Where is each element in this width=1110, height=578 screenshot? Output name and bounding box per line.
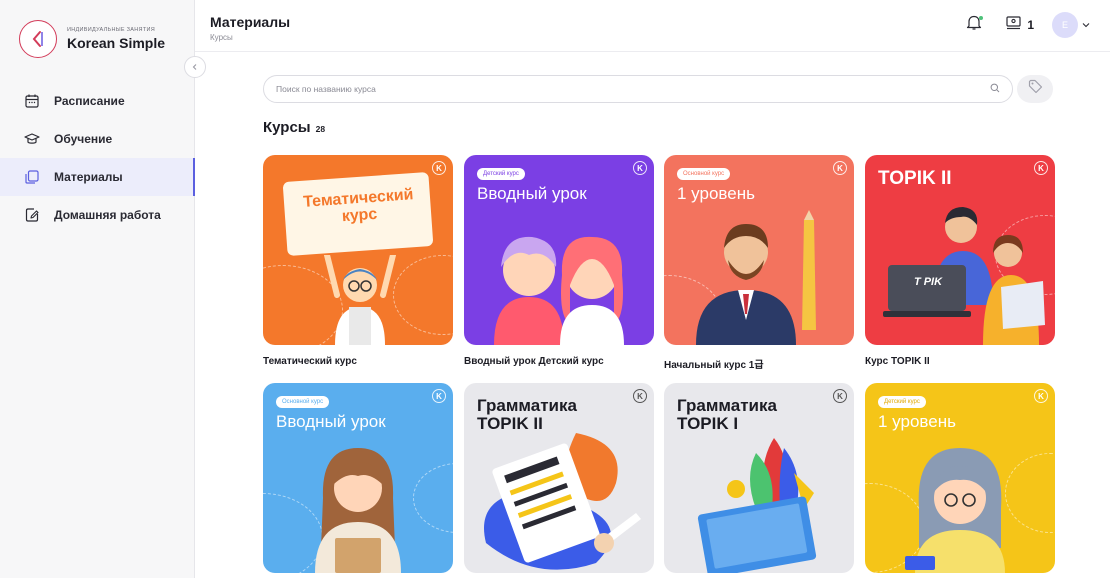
section-heading: Курсы 28 xyxy=(263,119,325,136)
k-logo-icon: K xyxy=(833,389,847,403)
avatar[interactable]: E xyxy=(1052,12,1078,38)
course-name[interactable]: Тематический курс xyxy=(263,356,453,367)
course-cover[interactable]: K TOPIK II T PIK xyxy=(865,155,1055,345)
sidebar-item-homework[interactable]: Домашняя работа xyxy=(0,196,195,234)
k-logo-icon: K xyxy=(633,389,647,403)
course-cover[interactable]: K Детский курс 1 уровень xyxy=(865,383,1055,573)
course-card[interactable]: K Основной курс 1 уровень Начальный курс… xyxy=(664,155,854,371)
course-badge: Основной курс xyxy=(276,396,330,408)
course-cover[interactable]: K Грамматика TOPIK II xyxy=(464,383,654,573)
homework-icon xyxy=(24,207,40,223)
kids-illustration xyxy=(494,236,624,345)
course-card[interactable]: K Грамматика TOPIK I xyxy=(664,383,854,578)
girl-with-glasses-illustration xyxy=(905,448,1005,573)
search-bar xyxy=(263,75,1013,103)
course-card[interactable]: K TOPIK II T PIK Курс TOPIK II xyxy=(865,155,1055,367)
search-input[interactable] xyxy=(276,84,990,94)
k-logo-icon: K xyxy=(432,389,446,403)
sidebar-nav: Расписание Обучение Материалы Домашняя р… xyxy=(0,82,195,234)
lessons-count: 1 xyxy=(1027,18,1034,32)
chevron-down-icon[interactable] xyxy=(1082,22,1090,28)
sidebar-item-learning[interactable]: Обучение xyxy=(0,120,195,158)
tag-icon xyxy=(1028,79,1043,99)
course-name[interactable]: Начальный курс 1급 xyxy=(664,356,854,371)
sidebar-item-label: Обучение xyxy=(54,132,113,146)
cover-title: TOPIK II xyxy=(878,168,952,189)
chevron-left-icon xyxy=(191,58,199,76)
cover-title: Вводный урок xyxy=(477,184,587,203)
decor-line xyxy=(413,463,453,533)
logo-icon xyxy=(19,20,57,58)
sidebar-item-label: Домашняя работа xyxy=(54,208,161,222)
course-cover[interactable]: K Тематический курс xyxy=(263,155,453,345)
page-title: Материалы xyxy=(210,14,291,30)
laptop-label: T PIK xyxy=(913,276,943,288)
section-title: Курсы xyxy=(263,119,311,136)
course-badge: Основной курс xyxy=(677,168,731,180)
student-illustration xyxy=(324,255,396,345)
calendar-icon xyxy=(24,93,40,109)
cover-title: 1 уровень xyxy=(677,184,755,203)
tag-filter-button[interactable] xyxy=(1017,75,1053,103)
brand-subtitle: индивидуальные занятия xyxy=(67,27,156,33)
grammar-document-illustration xyxy=(484,433,641,570)
k-logo-icon: K xyxy=(1034,389,1048,403)
girl-with-box-illustration xyxy=(315,448,401,573)
lessons-balance[interactable]: 1 xyxy=(1006,15,1034,35)
course-card[interactable]: K Грамматика TOPIK II xyxy=(464,383,654,578)
course-cover[interactable]: K Грамматика TOPIK I xyxy=(664,383,854,573)
topik-students-illustration xyxy=(883,207,1045,345)
k-logo-icon: K xyxy=(633,161,647,175)
header: Материалы Курсы 1 E xyxy=(195,0,1110,52)
sidebar: индивидуальные занятия Korean Simple Рас… xyxy=(0,0,195,578)
course-card[interactable]: K Детский курс 1 уровень xyxy=(865,383,1055,578)
brand-name: Korean Simple xyxy=(67,35,166,51)
cover-title: Грамматика TOPIK II xyxy=(477,396,577,433)
sidebar-collapse-button[interactable] xyxy=(184,56,206,78)
cover-title: Вводный урок xyxy=(276,412,386,431)
course-name[interactable]: Вводный урок Детский курс xyxy=(464,356,654,367)
course-cover[interactable]: K Основной курс 1 уровень xyxy=(664,155,854,345)
classroom-icon xyxy=(1006,15,1021,35)
course-card[interactable]: K Детский курс Вводный урок Вводный урок… xyxy=(464,155,654,367)
sidebar-item-label: Материалы xyxy=(54,170,123,184)
cover-title: 1 уровень xyxy=(878,412,956,431)
materials-icon xyxy=(24,169,40,185)
course-card[interactable]: K Тематический курс Тематический курс xyxy=(263,155,453,367)
k-logo-icon: K xyxy=(833,161,847,175)
cover-title: Грамматика TOPIK I xyxy=(677,396,777,433)
course-card[interactable]: K Основной курс Вводный урок xyxy=(263,383,453,578)
course-cover[interactable]: K Детский курс Вводный урок xyxy=(464,155,654,345)
teacher-illustration xyxy=(696,210,816,345)
brand[interactable]: индивидуальные занятия Korean Simple xyxy=(19,20,165,58)
sidebar-item-label: Расписание xyxy=(54,94,125,108)
course-badge: Детский курс xyxy=(878,396,926,408)
notification-dot xyxy=(979,16,984,20)
course-badge: Детский курс xyxy=(477,168,525,180)
sidebar-item-schedule[interactable]: Расписание xyxy=(0,82,195,120)
course-name[interactable]: Курс TOPIK II xyxy=(865,356,1055,367)
course-cover[interactable]: K Основной курс Вводный урок xyxy=(263,383,453,573)
notifications-button[interactable] xyxy=(962,13,986,37)
k-logo-icon: K xyxy=(1034,161,1048,175)
section-count: 28 xyxy=(315,124,326,134)
k-logo-icon: K xyxy=(432,161,446,175)
sidebar-item-materials[interactable]: Материалы xyxy=(0,158,195,196)
search-icon[interactable] xyxy=(990,80,1000,98)
grammar-book-illustration xyxy=(697,438,817,573)
breadcrumb[interactable]: Курсы xyxy=(210,33,233,42)
graduation-cap-icon xyxy=(24,131,40,147)
